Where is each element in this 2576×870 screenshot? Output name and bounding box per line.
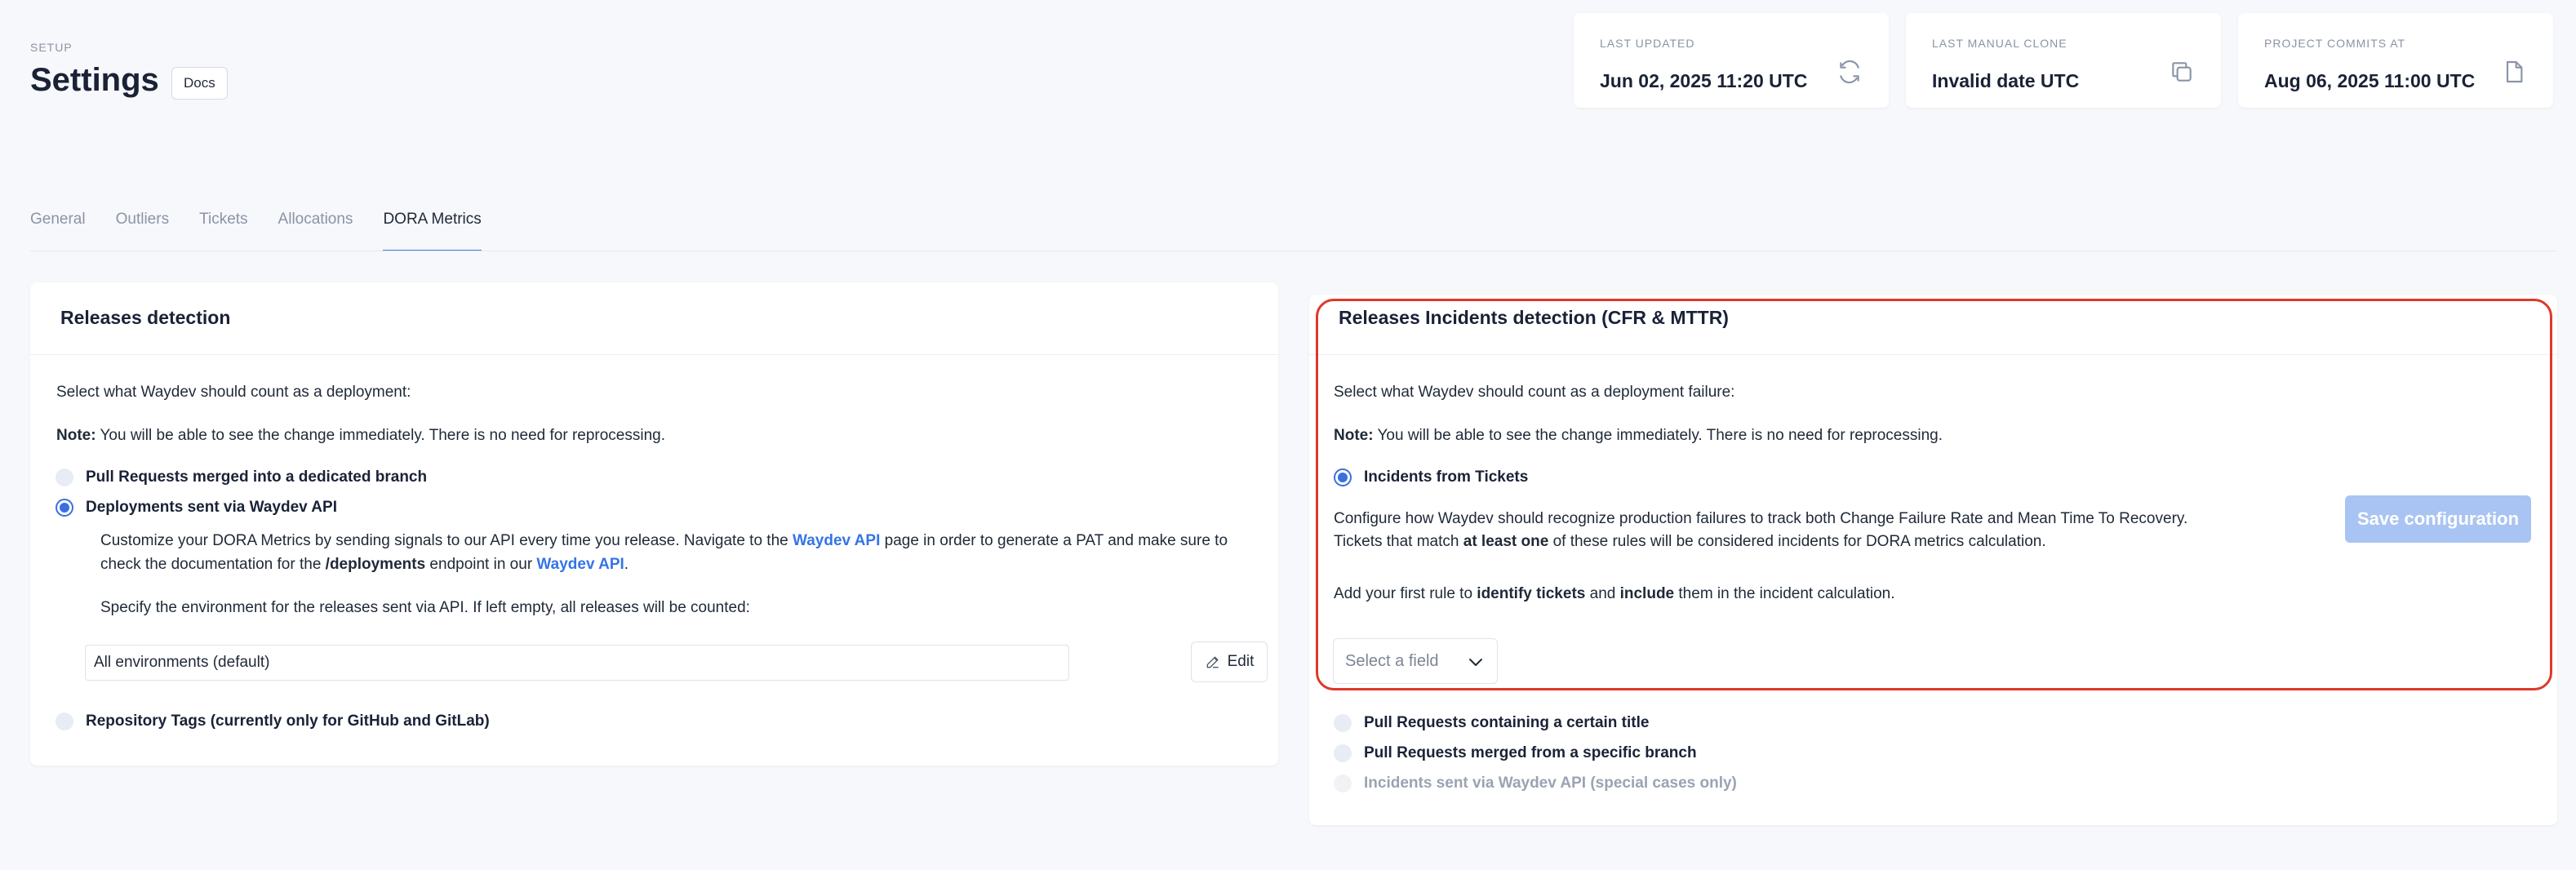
tab-general[interactable]: General — [30, 209, 86, 251]
panel-divider — [30, 354, 1278, 355]
option-label: Pull Requests merged from a specific bra… — [1364, 744, 1697, 761]
radio-deployments-api[interactable] — [56, 499, 73, 517]
pencil-icon — [1206, 656, 1219, 668]
releases-detection-panel: Releases detection Select what Waydev sh… — [30, 282, 1278, 766]
option-label: Incidents sent via Waydev API (special c… — [1364, 775, 1737, 792]
stat-label: LAST MANUAL CLONE — [1932, 37, 2067, 50]
stat-label: PROJECT COMMITS AT — [2264, 37, 2406, 50]
edit-button[interactable]: Edit — [1191, 641, 1268, 682]
stat-label: LAST UPDATED — [1600, 37, 1695, 50]
intro-text: Select what Waydev should count as a dep… — [56, 384, 411, 401]
api-description-line-2: check the documentation for the /deploym… — [100, 556, 629, 573]
refresh-icon[interactable] — [1837, 59, 1863, 85]
tab-dora-metrics[interactable]: DORA Metrics — [383, 209, 482, 251]
copy-icon[interactable] — [2169, 59, 2195, 85]
option-label: Pull Requests containing a certain title — [1364, 714, 1650, 731]
option-label: Repository Tags (currently only for GitH… — [86, 712, 490, 730]
file-icon — [2506, 60, 2523, 83]
radio-pr-branch[interactable] — [1334, 744, 1352, 762]
note-text: Note: You will be able to see the change… — [56, 427, 666, 444]
stat-value: Aug 06, 2025 11:00 UTC — [2264, 70, 2476, 91]
option-label: Deployments sent via Waydev API — [86, 499, 337, 516]
radio-incidents-api — [1334, 775, 1352, 792]
highlight-box — [1316, 299, 2552, 690]
last-manual-clone-card: LAST MANUAL CLONE Invalid date UTC — [1906, 13, 2221, 108]
edit-label: Edit — [1227, 653, 1255, 670]
radio-repository-tags[interactable] — [56, 712, 73, 730]
radio-pull-requests-branch[interactable] — [56, 468, 73, 486]
tab-outliers[interactable]: Outliers — [116, 209, 169, 251]
waydev-api-link[interactable]: Waydev API — [793, 532, 880, 549]
docs-button[interactable]: Docs — [171, 67, 228, 100]
api-description-line-1: Customize your DORA Metrics by sending s… — [100, 532, 1228, 549]
tab-tickets[interactable]: Tickets — [199, 209, 247, 251]
tab-allocations[interactable]: Allocations — [278, 209, 353, 251]
stat-value: Invalid date UTC — [1932, 70, 2080, 91]
stat-value: Jun 02, 2025 11:20 UTC — [1600, 70, 1808, 91]
environment-input[interactable]: All environments (default) — [85, 645, 1069, 681]
page-title: Settings — [30, 62, 159, 98]
project-commits-card: PROJECT COMMITS AT Aug 06, 2025 11:00 UT… — [2238, 13, 2553, 108]
radio-pr-title[interactable] — [1334, 714, 1352, 732]
panel-title: Releases detection — [60, 307, 231, 328]
env-prompt: Specify the environment for the releases… — [100, 599, 750, 616]
last-updated-card: LAST UPDATED Jun 02, 2025 11:20 UTC — [1574, 13, 1889, 108]
waydev-api-link[interactable]: Waydev API — [536, 556, 624, 573]
section-label: SETUP — [30, 41, 73, 54]
option-label: Pull Requests merged into a dedicated br… — [86, 468, 428, 486]
settings-tabs: General Outliers Tickets Allocations DOR… — [30, 209, 482, 251]
